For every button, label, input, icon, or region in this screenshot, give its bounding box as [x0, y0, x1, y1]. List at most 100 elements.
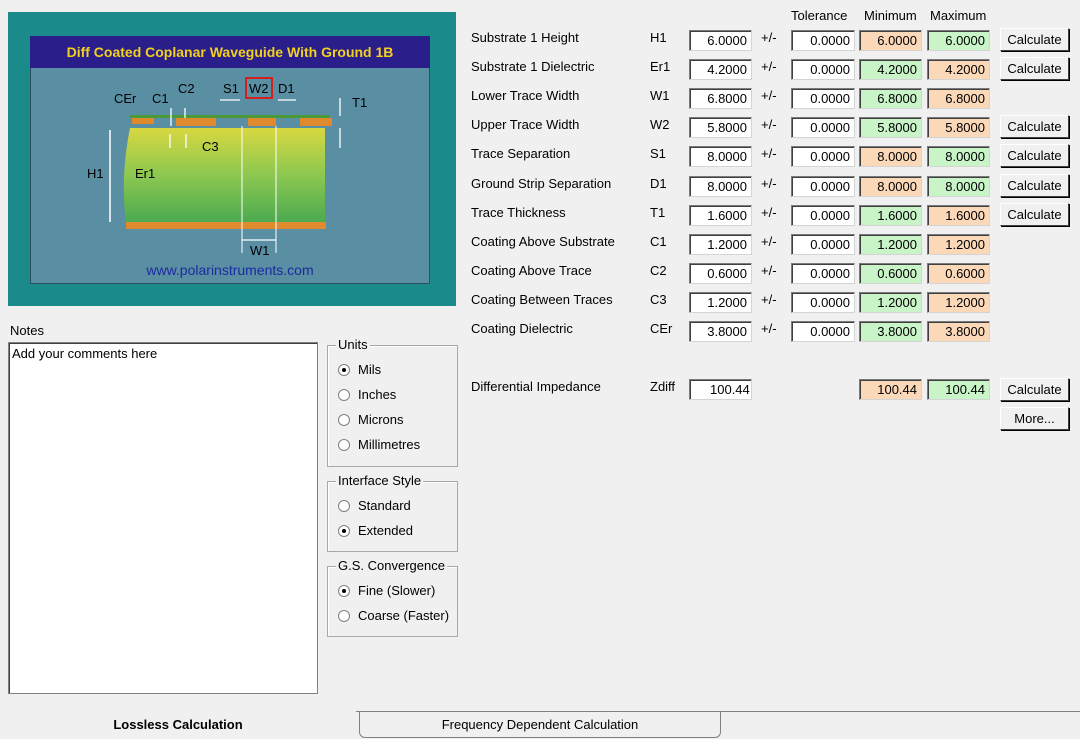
param-min-field-er1[interactable]: 4.2000 [859, 59, 922, 80]
convergence-radio-coarse-faster[interactable]: Coarse (Faster) [338, 607, 449, 625]
param-min-field-h1[interactable]: 6.0000 [859, 30, 922, 51]
param-tolerance-field-c1[interactable]: 0.0000 [791, 234, 855, 255]
param-max-field-c1[interactable]: 1.2000 [927, 234, 990, 255]
param-tolerance-field-er1[interactable]: 0.0000 [791, 59, 855, 80]
param-value-field-c2[interactable]: 0.6000 [689, 263, 752, 284]
param-symbol-c2: C2 [650, 263, 667, 278]
plus-minus-label-s1: +/- [761, 146, 777, 161]
diagram-url: www.polarinstruments.com [146, 262, 314, 278]
param-max-field-s1[interactable]: 8.0000 [927, 146, 990, 167]
param-label-w1: Lower Trace Width [471, 88, 580, 103]
param-value-field-h1[interactable]: 6.0000 [689, 30, 752, 51]
param-tolerance-field-d1[interactable]: 0.0000 [791, 176, 855, 197]
param-tolerance-field-w2[interactable]: 0.0000 [791, 117, 855, 138]
param-min-field-w1[interactable]: 6.8000 [859, 88, 922, 109]
param-label-c1: Coating Above Substrate [471, 234, 615, 249]
param-value-field-c1[interactable]: 1.2000 [689, 234, 752, 255]
param-symbol-s1: S1 [650, 146, 666, 161]
radio-indicator [338, 585, 350, 597]
param-max-field-cer[interactable]: 3.8000 [927, 321, 990, 342]
units-radio-inches[interactable]: Inches [338, 386, 396, 404]
calculate-s1-button[interactable]: Calculate [1000, 144, 1069, 167]
param-value-field-t1[interactable]: 1.6000 [689, 205, 752, 226]
label-er1: Er1 [135, 166, 155, 181]
param-min-field-cer[interactable]: 3.8000 [859, 321, 922, 342]
units-radio-millimetres[interactable]: Millimetres [338, 436, 420, 454]
param-tolerance-field-c3[interactable]: 0.0000 [791, 292, 855, 313]
param-max-field-er1[interactable]: 4.2000 [927, 59, 990, 80]
zdiff-min-field[interactable]: 100.44 [859, 379, 922, 400]
plus-minus-label-w1: +/- [761, 88, 777, 103]
param-label-cer: Coating Dielectric [471, 321, 573, 336]
param-label-c2: Coating Above Trace [471, 263, 592, 278]
param-symbol-c3: C3 [650, 292, 667, 307]
calculate-er1-button[interactable]: Calculate [1000, 57, 1069, 80]
param-value-field-cer[interactable]: 3.8000 [689, 321, 752, 342]
units-radio-mils[interactable]: Mils [338, 361, 381, 379]
param-symbol-w2: W2 [650, 117, 670, 132]
interface-style-group: Interface Style Standard Extended [327, 473, 458, 552]
plus-minus-label-c3: +/- [761, 292, 777, 307]
param-min-field-t1[interactable]: 1.6000 [859, 205, 922, 226]
radio-indicator [338, 414, 350, 426]
interface-radio-standard[interactable]: Standard [338, 497, 411, 515]
param-tolerance-field-h1[interactable]: 0.0000 [791, 30, 855, 51]
param-max-field-c3[interactable]: 1.2000 [927, 292, 990, 313]
units-radio-label: Mils [358, 362, 382, 377]
param-tolerance-field-cer[interactable]: 0.0000 [791, 321, 855, 342]
calculate-h1-button[interactable]: Calculate [1000, 28, 1069, 51]
diagram-title: Diff Coated Coplanar Waveguide With Grou… [30, 36, 430, 68]
param-value-field-c3[interactable]: 1.2000 [689, 292, 752, 313]
calculate-d1-button[interactable]: Calculate [1000, 174, 1069, 197]
calculate-zdiff-button[interactable]: Calculate [1000, 378, 1069, 401]
param-max-field-w2[interactable]: 5.8000 [927, 117, 990, 138]
param-label-s1: Trace Separation [471, 146, 571, 161]
calculate-t1-button[interactable]: Calculate [1000, 203, 1069, 226]
param-value-field-er1[interactable]: 4.2000 [689, 59, 752, 80]
notes-textarea[interactable]: Add your comments here [8, 342, 318, 694]
zdiff-value-field[interactable]: 100.44 [689, 379, 752, 400]
zdiff-max-field[interactable]: 100.44 [927, 379, 990, 400]
units-radio-label: Inches [358, 387, 397, 402]
zdiff-symbol: Zdiff [650, 379, 676, 394]
param-min-field-s1[interactable]: 8.0000 [859, 146, 922, 167]
header-maximum: Maximum [930, 8, 987, 23]
label-w2: W2 [249, 81, 269, 96]
more-button[interactable]: More... [1000, 407, 1069, 430]
param-max-field-c2[interactable]: 0.6000 [927, 263, 990, 284]
param-min-field-w2[interactable]: 5.8000 [859, 117, 922, 138]
interface-radio-extended[interactable]: Extended [338, 522, 413, 540]
param-min-field-c2[interactable]: 0.6000 [859, 263, 922, 284]
convergence-title: G.S. Convergence [336, 558, 447, 573]
tab-lossless-calculation[interactable]: Lossless Calculation [0, 711, 356, 737]
convergence-radio-fine-slower[interactable]: Fine (Slower) [338, 582, 435, 600]
param-tolerance-field-c2[interactable]: 0.0000 [791, 263, 855, 284]
param-value-field-w1[interactable]: 6.8000 [689, 88, 752, 109]
units-group: Units Mils Inches Microns Millimetres [327, 337, 458, 467]
param-min-field-d1[interactable]: 8.0000 [859, 176, 922, 197]
units-radio-microns[interactable]: Microns [338, 411, 404, 429]
param-max-field-h1[interactable]: 6.0000 [927, 30, 990, 51]
param-tolerance-field-t1[interactable]: 0.0000 [791, 205, 855, 226]
param-value-field-s1[interactable]: 8.0000 [689, 146, 752, 167]
interface-style-title: Interface Style [336, 473, 424, 488]
param-tolerance-field-w1[interactable]: 0.0000 [791, 88, 855, 109]
label-d1: D1 [278, 81, 295, 96]
param-label-d1: Ground Strip Separation [471, 176, 612, 191]
param-max-field-t1[interactable]: 1.6000 [927, 205, 990, 226]
calculate-w2-button[interactable]: Calculate [1000, 115, 1069, 138]
header-minimum: Minimum [864, 8, 917, 23]
param-symbol-w1: W1 [650, 88, 670, 103]
param-max-field-d1[interactable]: 8.0000 [927, 176, 990, 197]
plus-minus-label-h1: +/- [761, 30, 777, 45]
param-value-field-d1[interactable]: 8.0000 [689, 176, 752, 197]
label-w1: W1 [250, 243, 270, 258]
tab-frequency-dependent-calculation[interactable]: Frequency Dependent Calculation [359, 712, 721, 738]
param-max-field-w1[interactable]: 6.8000 [927, 88, 990, 109]
units-group-title: Units [336, 337, 370, 352]
param-min-field-c3[interactable]: 1.2000 [859, 292, 922, 313]
param-tolerance-field-s1[interactable]: 0.0000 [791, 146, 855, 167]
param-min-field-c1[interactable]: 1.2000 [859, 234, 922, 255]
param-value-field-w2[interactable]: 5.8000 [689, 117, 752, 138]
plus-minus-label-c1: +/- [761, 234, 777, 249]
